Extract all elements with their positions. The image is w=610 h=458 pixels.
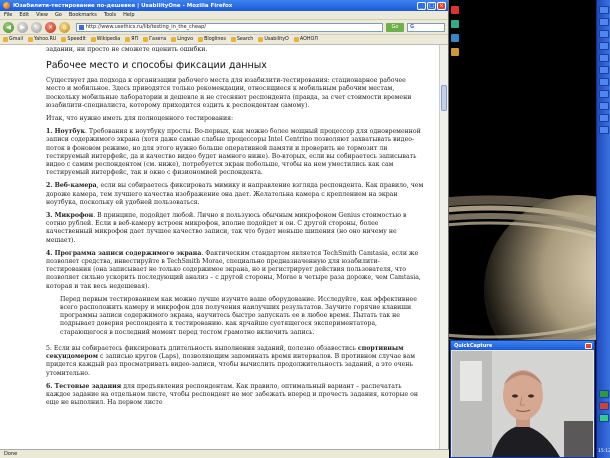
window-title: Юзабилити-тестирование по-дешевке | Usab… (13, 2, 233, 9)
item-lead: 3. Микрофон (46, 212, 94, 220)
url-input[interactable] (85, 24, 382, 30)
taskbar-button[interactable] (599, 90, 609, 98)
menu-help[interactable]: Help (123, 12, 134, 18)
list-item: 1. Ноутбук. Требования к ноутбуку просты… (46, 128, 421, 177)
taskbar-clock[interactable]: 15:12 (598, 449, 610, 454)
firefox-icon (3, 2, 10, 9)
desktop-shortcut-icon[interactable] (451, 20, 459, 28)
go-button[interactable]: Go (386, 22, 404, 32)
taskbar-button[interactable] (599, 42, 609, 50)
item-lead: 4. Программа записи содержимого экрана (46, 249, 202, 257)
bookmark-icon (28, 37, 33, 42)
bookmark-item[interactable]: Yahoo.RU (28, 37, 56, 42)
menu-view[interactable]: View (36, 12, 48, 18)
bookmark-icon (90, 37, 96, 42)
menu-bar: File Edit View Go Bookmarks Tools Help (0, 11, 448, 20)
search-box[interactable]: G (407, 22, 445, 32)
list-item: 6. Тестовые задания для предъявления рес… (46, 382, 419, 407)
stop-icon[interactable]: × (45, 21, 56, 33)
quickcapture-titlebar[interactable]: QuickCapture (451, 341, 594, 350)
browser-window: Юзабилити-тестирование по-дешевке | Usab… (0, 0, 449, 458)
desktop-shortcut-icon[interactable] (451, 34, 459, 42)
section-heading: Рабочее место и способы фиксации данных (46, 60, 267, 72)
article-paragraph: задании, ни просто не сможете оценить ош… (46, 46, 208, 53)
quickcapture-title: QuickCapture (454, 342, 493, 349)
taskbar-button[interactable] (599, 30, 609, 38)
status-bar: Done (0, 449, 449, 458)
bookmark-icon (61, 37, 67, 42)
bookmark-item[interactable]: АОНОЛ (293, 37, 318, 42)
bookmark-icon (143, 37, 149, 42)
item-lead: 1. Ноутбук (46, 128, 85, 136)
webcam-person-image (452, 351, 593, 457)
menu-bookmarks[interactable]: Bookmarks (69, 12, 97, 18)
reload-icon[interactable]: ↻ (31, 21, 42, 33)
item-lead: 6. Тестовые задания (46, 382, 122, 390)
taskbar-button[interactable] (599, 66, 609, 74)
vertical-taskbar: 15:12 (596, 0, 610, 458)
bookmark-icon (171, 37, 177, 42)
article-paragraph: Существует два подхода к организации раб… (46, 77, 412, 109)
page-content: задании, ни просто не сможете оценить ош… (0, 45, 440, 449)
google-search-icon: G (410, 24, 415, 30)
desktop-shortcut-icon[interactable] (451, 6, 459, 14)
bookmark-item[interactable]: Gmail (3, 37, 23, 42)
address-bar[interactable] (76, 22, 383, 32)
maximize-icon[interactable]: □ (427, 1, 436, 10)
bookmark-icon (258, 37, 264, 42)
home-icon[interactable]: ⌂ (59, 21, 70, 33)
taskbar-button[interactable] (599, 126, 609, 134)
browser-titlebar[interactable]: Юзабилити-тестирование по-дешевке | Usab… (0, 0, 448, 11)
list-item: 4. Программа записи содержимого экрана. … (46, 249, 421, 290)
bookmark-item[interactable]: SpeedIt (61, 37, 86, 42)
saturn-wallpaper (449, 195, 596, 340)
back-icon[interactable]: ◀ (3, 21, 14, 33)
bookmark-item[interactable]: Wikipedia (90, 37, 120, 42)
forward-icon[interactable]: ▶ (17, 21, 28, 33)
bookmark-item[interactable]: Газета (143, 37, 166, 42)
vertical-scrollbar[interactable] (439, 45, 448, 449)
menu-tools[interactable]: Tools (104, 12, 116, 18)
bookmark-item[interactable]: Search (230, 37, 253, 42)
taskbar-button[interactable] (599, 54, 609, 62)
list-item: 5. Если вы собираетесь фиксировать длите… (46, 344, 416, 377)
item-lead: 2. Веб-камера (46, 182, 97, 190)
menu-go[interactable]: Go (55, 12, 62, 18)
bookmark-icon (125, 37, 131, 42)
navigation-toolbar: ◀ ▶ ↻ × ⌂ Go G (0, 20, 448, 35)
bookmark-icon (198, 37, 204, 42)
menu-file[interactable]: File (4, 12, 12, 18)
tray-icon[interactable] (599, 402, 609, 410)
page-favicon-icon (79, 24, 84, 30)
list-item: 2. Веб-камера, если вы собираетесь фикси… (46, 182, 424, 206)
article-paragraph: Итак, что нужно иметь для полноценного т… (46, 115, 234, 123)
bookmark-item[interactable]: ЯП (125, 37, 138, 42)
close-icon[interactable] (585, 342, 592, 349)
window-controls: _ □ × (417, 1, 446, 10)
close-icon[interactable]: × (437, 1, 446, 10)
list-item: 3. Микрофон. В принципе, подойдет любой.… (46, 212, 407, 244)
bookmark-item[interactable]: UsabilityO (258, 37, 289, 42)
bookmark-item[interactable]: Bloglines (198, 37, 226, 42)
scrollbar-thumb[interactable] (441, 85, 447, 111)
taskbar-button[interactable] (599, 78, 609, 86)
quickcapture-window[interactable]: QuickCapture (450, 340, 595, 458)
minimize-icon[interactable]: _ (417, 1, 426, 10)
taskbar-button[interactable] (599, 18, 609, 26)
tray-icon[interactable] (599, 414, 609, 422)
taskbar-button[interactable] (599, 114, 609, 122)
bookmarks-toolbar: Gmail Yahoo.RU SpeedIt Wikipedia ЯП Газе… (0, 35, 448, 45)
webcam-video (452, 351, 593, 457)
desktop-shortcut-icon[interactable] (451, 48, 459, 56)
bookmark-icon (230, 37, 236, 42)
menu-edit[interactable]: Edit (19, 12, 29, 18)
bookmark-icon (3, 37, 8, 42)
bookmark-icon (293, 37, 299, 42)
taskbar-button[interactable] (599, 6, 609, 14)
taskbar-button[interactable] (599, 102, 609, 110)
tip-quote: Перед первым тестированием как можно луч… (60, 295, 417, 336)
bookmark-item[interactable]: Lingvo (171, 37, 193, 42)
tray-icon[interactable] (599, 390, 609, 398)
